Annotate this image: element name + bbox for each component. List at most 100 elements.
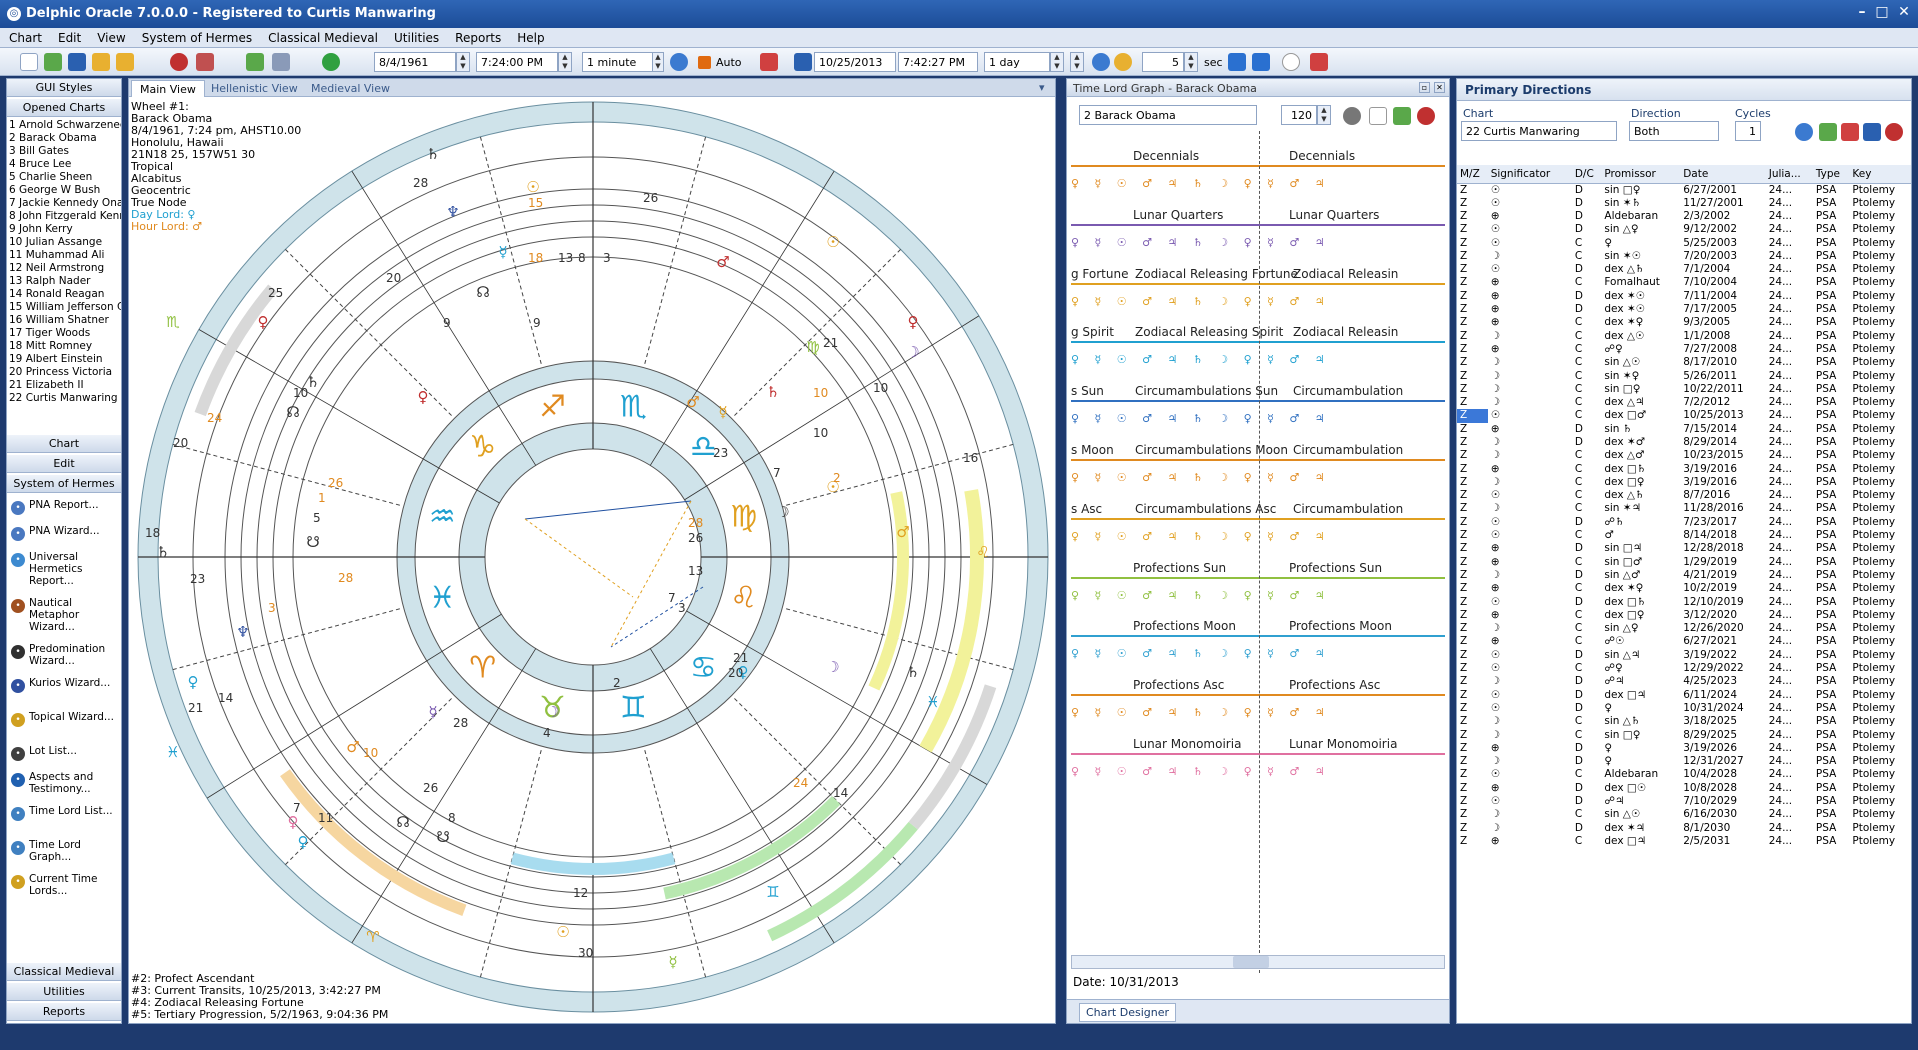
- hermes-tool-item[interactable]: • Time Lord Graph...: [7, 837, 121, 871]
- chart-wheel[interactable]: ♒♑♐♏♎♍♌♋♊♉♈♓♆♃♀♄♂☉☊♀♀☽☿♂♄♄☊♀☉♂♄☋☽♆♀☽♄♓♓♀…: [133, 97, 1053, 1023]
- pd-table-row[interactable]: Z ☽ Csin □♀ 10/22/2011 24... PSA Ptolemy: [1457, 383, 1911, 396]
- opened-chart-item[interactable]: 5 Charlie Sheen: [9, 171, 121, 184]
- hermes-tool-item[interactable]: • Nautical Metaphor Wizard...: [7, 595, 121, 641]
- start-date-input[interactable]: 8/4/1961: [374, 52, 456, 72]
- pd-table-row[interactable]: Z ☽ Csin ✶♃ 11/28/2016 24... PSA Ptolemy: [1457, 502, 1911, 515]
- pd-calc-icon[interactable]: [1795, 123, 1813, 141]
- hermes-tool-item[interactable]: • Kurios Wizard...: [7, 675, 121, 709]
- menu-view[interactable]: View: [88, 28, 132, 45]
- pd-excel-icon[interactable]: [1819, 123, 1837, 141]
- new-file-icon[interactable]: [20, 53, 38, 71]
- menu-edit[interactable]: Edit: [49, 28, 88, 45]
- chart-section[interactable]: Chart: [7, 435, 121, 453]
- pd-direction-select[interactable]: Both: [1629, 121, 1719, 141]
- pd-table-row[interactable]: Z ☽ Csin △♄ 3/18/2025 24... PSA Ptolemy: [1457, 715, 1911, 728]
- pd-table-row[interactable]: Z ☽ Csin ✶♀ 5/26/2011 24... PSA Ptolemy: [1457, 369, 1911, 382]
- pd-table-row[interactable]: Z ☽ Csin □♀ 8/29/2025 24... PSA Ptolemy: [1457, 728, 1911, 741]
- arrow-up-icon[interactable]: [1228, 53, 1246, 71]
- opened-chart-item[interactable]: 11 Muhammad Ali: [9, 249, 121, 262]
- opened-chart-item[interactable]: 21 Elizabeth II: [9, 379, 121, 392]
- pd-table-row[interactable]: Z ☉ C ♂ 8/14/2018 24... PSA Ptolemy: [1457, 529, 1911, 542]
- hermes-tool-item[interactable]: • PNA Wizard...: [7, 523, 121, 549]
- opened-chart-item[interactable]: 20 Princess Victoria: [9, 366, 121, 379]
- pd-table-row[interactable]: Z ⊕ C ☍♀ 7/27/2008 24... PSA Ptolemy: [1457, 343, 1911, 356]
- timelord-option-icon[interactable]: [1343, 107, 1361, 125]
- pd-table-row[interactable]: Z ☉ Dsin □♀ 6/27/2001 24... PSA Ptolemy: [1457, 183, 1911, 197]
- transit-step-select[interactable]: 1 day: [984, 52, 1050, 72]
- pd-table-row[interactable]: Z ☽ Cdex △♂ 10/23/2015 24... PSA Ptolemy: [1457, 449, 1911, 462]
- tab-hellenistic-view[interactable]: Hellenistic View: [203, 80, 306, 97]
- close-icon[interactable]: ✕: [1894, 4, 1914, 22]
- start-date-spinner[interactable]: ▲ ▼: [456, 52, 470, 72]
- pd-table-row[interactable]: Z ⊕ D ♀ 3/19/2026 24... PSA Ptolemy: [1457, 742, 1911, 755]
- maximize-icon[interactable]: □: [1872, 4, 1892, 22]
- pd-table-row[interactable]: Z ⊕ C ☍☉ 6/27/2021 24... PSA Ptolemy: [1457, 635, 1911, 648]
- calendar-icon[interactable]: [794, 53, 812, 71]
- pd-table-row[interactable]: Z ⊕ Dsin ♄ 7/15/2014 24... PSA Ptolemy: [1457, 423, 1911, 436]
- arrow-down-icon[interactable]: [1252, 53, 1270, 71]
- pd-table-row[interactable]: Z ☉ Cdex △♄ 8/7/2016 24... PSA Ptolemy: [1457, 489, 1911, 502]
- pd-table-row[interactable]: Z ⊕ Cdex □♀ 3/12/2020 24... PSA Ptolemy: [1457, 609, 1911, 622]
- stop-animation-icon[interactable]: [1310, 53, 1328, 71]
- opened-chart-item[interactable]: 12 Neil Armstrong: [9, 262, 121, 275]
- pd-table-row[interactable]: Z ☉ C Aldebaran 10/4/2028 24... PSA Ptolemy: [1457, 768, 1911, 781]
- opened-chart-item[interactable]: 1 Arnold Schwarzenegger: [9, 119, 121, 132]
- pd-table-row[interactable]: Z ⊕ Cdex ✶♀ 10/2/2019 24... PSA Ptolemy: [1457, 582, 1911, 595]
- opened-chart-item[interactable]: 14 Ronald Reagan: [9, 288, 121, 301]
- pd-table-row[interactable]: Z ☉ Ddex □♃ 6/11/2024 24... PSA Ptolemy: [1457, 688, 1911, 701]
- menu-utilities[interactable]: Utilities: [385, 28, 446, 45]
- opened-chart-item[interactable]: 17 Tiger Woods: [9, 327, 121, 340]
- pd-print-icon[interactable]: [1863, 123, 1881, 141]
- opened-chart-item[interactable]: 9 John Kerry: [9, 223, 121, 236]
- pd-table-row[interactable]: Z ☽ D ☍♃ 4/25/2023 24... PSA Ptolemy: [1457, 675, 1911, 688]
- calc-check-icon[interactable]: [246, 53, 264, 71]
- menu-chart[interactable]: Chart: [0, 28, 49, 45]
- menu-help[interactable]: Help: [508, 28, 551, 45]
- opened-chart-item[interactable]: 10 Julian Assange: [9, 236, 121, 249]
- edit-section[interactable]: Edit: [7, 455, 121, 473]
- pd-table-row[interactable]: Z ⊕ Ddex ✶☉ 7/11/2004 24... PSA Ptolemy: [1457, 290, 1911, 303]
- tab-main-view[interactable]: Main View: [131, 80, 205, 97]
- timelord-chart-select[interactable]: 2 Barack Obama: [1079, 105, 1257, 125]
- pd-table-row[interactable]: Z ☽ Ddex ✶♂ 8/29/2014 24... PSA Ptolemy: [1457, 436, 1911, 449]
- animate-icon[interactable]: [670, 53, 688, 71]
- pd-column-header[interactable]: Significator: [1487, 165, 1572, 184]
- stop-icon[interactable]: [760, 53, 778, 71]
- pd-table-row[interactable]: Z ☉ Dsin △♀ 9/12/2002 24... PSA Ptolemy: [1457, 223, 1911, 236]
- system-of-hermes-section[interactable]: System of Hermes: [7, 475, 121, 493]
- opened-charts-header[interactable]: Opened Charts: [7, 99, 121, 117]
- pd-table-row[interactable]: Z ☽ Cdex △☉ 1/1/2008 24... PSA Ptolemy: [1457, 329, 1911, 342]
- minimize-icon[interactable]: –: [1852, 4, 1872, 22]
- close-pane-icon[interactable]: ✕: [1434, 82, 1445, 93]
- step-dropdown-icon[interactable]: ▲ ▼: [652, 52, 664, 72]
- pin-icon[interactable]: ▫: [1419, 82, 1430, 93]
- pd-table-row[interactable]: Z ☉ Dsin ✶♄ 11/27/2001 24... PSA Ptolemy: [1457, 197, 1911, 210]
- pd-table-row[interactable]: Z ☽ Cdex □♀ 3/19/2016 24... PSA Ptolemy: [1457, 476, 1911, 489]
- pd-column-header[interactable]: D/C: [1571, 165, 1602, 184]
- pd-table-row[interactable]: Z ☉ D ♀ 10/31/2024 24... PSA Ptolemy: [1457, 702, 1911, 715]
- start-time-spinner[interactable]: ▲ ▼: [558, 52, 572, 72]
- pd-table-row[interactable]: Z ☉ Ddex △♄ 7/1/2004 24... PSA Ptolemy: [1457, 263, 1911, 276]
- pd-column-header[interactable]: Key: [1849, 165, 1911, 184]
- pd-table-row[interactable]: Z ⊕ Cdex □♃ 2/5/2031 24... PSA Ptolemy: [1457, 835, 1911, 848]
- opened-chart-item[interactable]: 19 Albert Einstein: [9, 353, 121, 366]
- transit-date-input[interactable]: 10/25/2013: [814, 52, 896, 72]
- opened-chart-item[interactable]: 2 Barack Obama: [9, 132, 121, 145]
- opened-chart-item[interactable]: 16 William Shatner: [9, 314, 121, 327]
- pd-column-header[interactable]: Julia...: [1765, 165, 1813, 184]
- globe-icon[interactable]: [322, 53, 340, 71]
- opened-chart-item[interactable]: 22 Curtis Manwaring: [9, 392, 121, 405]
- tab-dropdown-icon[interactable]: ▾: [1035, 80, 1049, 97]
- folder-icon[interactable]: [92, 53, 110, 71]
- utilities-section[interactable]: Utilities: [7, 983, 121, 1001]
- auto-checkbox[interactable]: [698, 56, 711, 69]
- pd-column-header[interactable]: Type: [1812, 165, 1850, 184]
- pd-table-row[interactable]: Z ☉ C ☍♀ 12/29/2022 24... PSA Ptolemy: [1457, 662, 1911, 675]
- clock-icon[interactable]: [1114, 53, 1132, 71]
- transit-step-dropdown-icon[interactable]: ▲ ▼: [1050, 52, 1064, 72]
- folder-star-icon[interactable]: [116, 53, 134, 71]
- start-time-input[interactable]: 7:24:00 PM: [476, 52, 558, 72]
- pd-table-row[interactable]: Z ⊕ D Aldebaran 2/3/2002 24... PSA Ptolemy: [1457, 210, 1911, 223]
- pd-table-row[interactable]: Z ☽ Dsin △♂ 4/21/2019 24... PSA Ptolemy: [1457, 569, 1911, 582]
- pd-table-row[interactable]: Z ☽ Ddex ✶♃ 8/1/2030 24... PSA Ptolemy: [1457, 821, 1911, 834]
